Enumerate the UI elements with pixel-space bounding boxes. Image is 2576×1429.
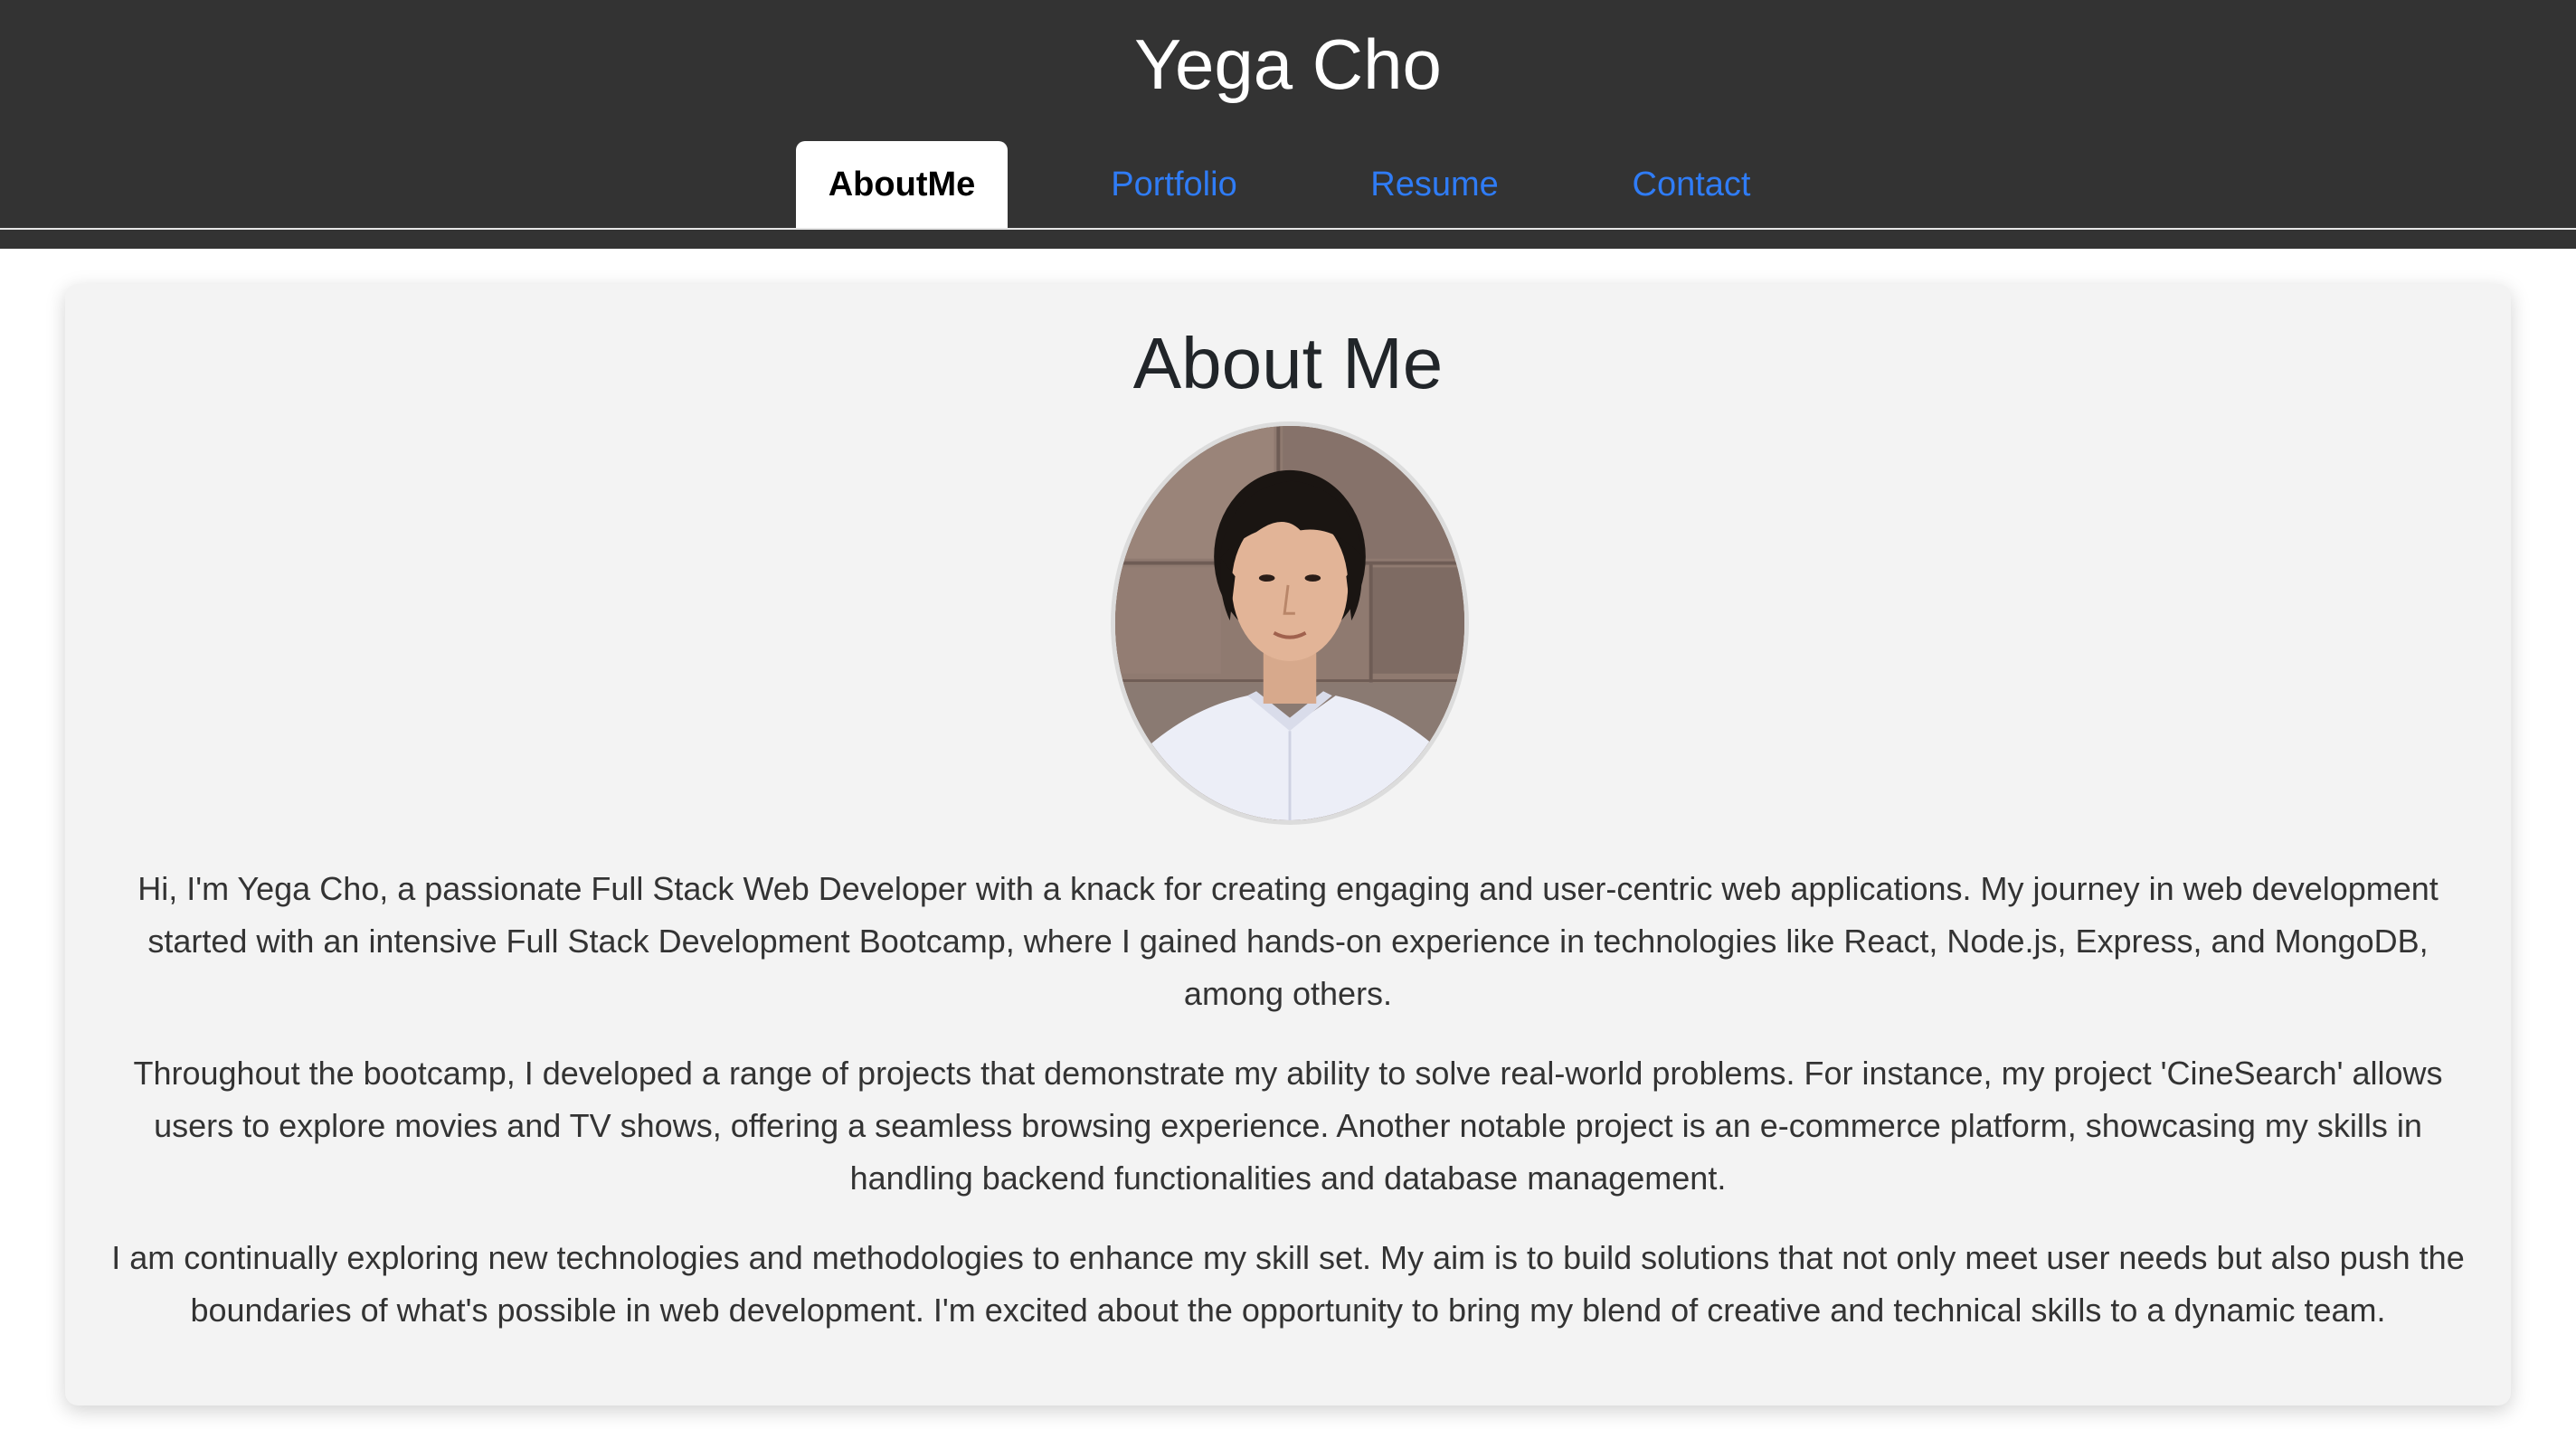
about-title: About Me (1132, 323, 1444, 403)
about-card: About Me Hi, I'm Yega Cho, a passionate … (65, 284, 2511, 1405)
nav-tabs: AboutMe Portfolio Resume Contact (0, 141, 2576, 229)
site-header: Yega Cho AboutMe Portfolio Resume Contac… (0, 0, 2576, 249)
nav-divider (0, 228, 2576, 230)
bio-paragraph: Throughout the bootcamp, I developed a r… (133, 1055, 2443, 1197)
tab-contact[interactable]: Contact (1605, 141, 1778, 229)
site-title: Yega Cho (1134, 24, 1442, 104)
tab-about-me[interactable]: AboutMe (796, 141, 1008, 229)
bio-paragraph: I am continually exploring new technolog… (111, 1239, 2465, 1329)
profile-photo (1111, 421, 1469, 825)
tab-portfolio[interactable]: Portfolio (1082, 141, 1266, 229)
tab-resume[interactable]: Resume (1346, 141, 1523, 229)
profile-photo-image (1115, 426, 1464, 820)
bio-paragraph: Hi, I'm Yega Cho, a passionate Full Stac… (137, 870, 2439, 1012)
